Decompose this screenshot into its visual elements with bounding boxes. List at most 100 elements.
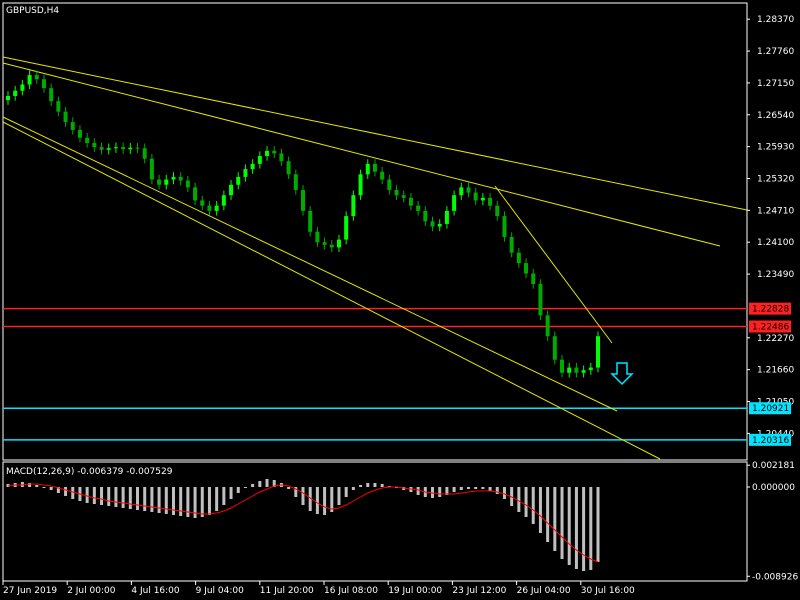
macd-bar <box>524 487 528 517</box>
macd-bar <box>229 487 233 499</box>
candle-body <box>178 176 183 181</box>
candle-body <box>85 137 90 143</box>
candle-body <box>358 174 363 196</box>
macd-bar <box>359 485 363 487</box>
macd-bar <box>495 487 499 494</box>
macd-bar <box>215 487 219 511</box>
macd-bar <box>42 487 46 488</box>
candle-body <box>416 205 421 211</box>
macd-bar <box>143 487 147 511</box>
price-tick-label: 1.22270 <box>757 334 794 344</box>
resistance-level-label: 1.22828 <box>752 305 789 315</box>
macd-bar <box>64 487 68 496</box>
candle-body <box>308 210 313 232</box>
candle-body <box>574 367 579 373</box>
candle-body <box>480 197 485 201</box>
candle-body <box>516 252 521 264</box>
candle-body <box>387 179 392 190</box>
macd-bar <box>287 487 291 489</box>
candle-body <box>552 336 557 360</box>
candle-body <box>142 148 147 159</box>
candle-body <box>336 239 341 248</box>
candle-body <box>193 187 198 201</box>
macd-bar <box>92 487 96 504</box>
candle-body <box>408 197 413 206</box>
macd-bar <box>236 487 240 493</box>
macd-bar <box>502 487 506 499</box>
candle-body <box>502 216 507 237</box>
candle-body <box>531 273 536 284</box>
candle-body <box>92 142 97 148</box>
candle-body <box>185 180 190 188</box>
candle-body <box>214 205 219 211</box>
candle-body <box>207 205 212 211</box>
candle-body <box>135 147 140 149</box>
time-tick-label: 26 Jul 04:00 <box>517 586 571 596</box>
time-tick-label: 27 Jun 2019 <box>3 586 57 596</box>
macd-bar <box>243 487 247 488</box>
macd-label: MACD(12,26,9) -0.006379 -0.007529 <box>6 467 173 477</box>
candle-body <box>149 158 154 180</box>
candle-body <box>128 147 133 150</box>
candle-body <box>70 122 75 130</box>
candle-body <box>27 75 32 85</box>
macd-bar <box>200 487 204 517</box>
price-tick-label: 1.21660 <box>757 366 794 376</box>
macd-bar <box>452 487 456 492</box>
candle-body <box>329 244 334 248</box>
candle-body <box>221 195 226 206</box>
price-tick-label: 1.27150 <box>757 79 794 89</box>
price-chart[interactable]: 1.28370 1.27760 1.27150 1.26540 1.25930 1.253… <box>0 0 800 600</box>
candle-body <box>279 153 284 162</box>
macd-tick-label: 0.002181 <box>752 461 795 471</box>
candle-body <box>171 176 176 180</box>
candle-body <box>20 84 25 91</box>
candle-body <box>265 150 270 157</box>
candle-body <box>250 163 255 170</box>
candle-body <box>301 189 305 211</box>
macd-bar <box>114 487 118 507</box>
price-tick-label: 1.25930 <box>757 143 794 153</box>
candle-body <box>437 223 442 227</box>
macd-bar <box>323 487 327 515</box>
candle-body <box>372 163 377 172</box>
macd-bar <box>150 487 154 512</box>
macd-bar <box>488 487 492 491</box>
candle-body <box>430 221 435 227</box>
macd-bar <box>582 487 586 571</box>
candle-body <box>157 179 162 185</box>
candle-body <box>322 242 327 245</box>
candle-body <box>495 205 500 217</box>
candle-body <box>229 184 234 196</box>
candle-body <box>164 179 169 185</box>
symbol-label: GBPUSD,H4 <box>6 6 59 16</box>
time-tick-label: 23 Jul 12:00 <box>452 586 506 596</box>
candle-body <box>63 111 68 123</box>
macd-bar <box>315 487 319 514</box>
macd-bar <box>459 487 463 490</box>
time-tick-label: 30 Jul 16:00 <box>581 586 635 596</box>
candle-body <box>581 370 586 373</box>
candle-body <box>99 147 104 150</box>
macd-bar <box>596 487 600 562</box>
support-level-label: 1.20921 <box>752 404 789 414</box>
candle-body <box>567 367 572 373</box>
macd-bar <box>179 487 183 516</box>
candle-body <box>538 283 543 316</box>
macd-bar <box>35 485 39 487</box>
macd-bar <box>531 487 535 524</box>
candle-body <box>509 236 514 253</box>
candle-body <box>200 200 205 206</box>
macd-bar <box>517 487 521 512</box>
candle-body <box>56 101 61 112</box>
candle-body <box>596 336 600 368</box>
candle-body <box>365 163 370 175</box>
candle-body <box>545 315 550 337</box>
candle-body <box>401 195 406 198</box>
macd-bar <box>100 487 104 505</box>
macd-bar <box>157 487 161 513</box>
macd-bar <box>553 487 557 551</box>
candle-body <box>444 210 449 224</box>
candle-body <box>459 187 464 196</box>
candle-body <box>272 150 277 154</box>
